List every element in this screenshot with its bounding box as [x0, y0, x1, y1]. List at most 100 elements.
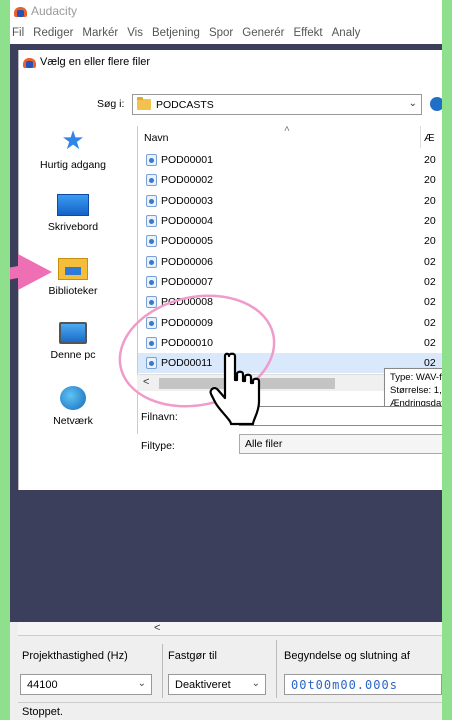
column-divider	[420, 126, 421, 148]
file-row[interactable]: POD00006 02	[138, 251, 442, 271]
file-date: 02	[424, 296, 436, 309]
folder-icon	[137, 97, 151, 110]
tooltip-line: Størrelse: 1,60	[390, 384, 442, 396]
selection-start-time[interactable]: 00t00m00.000s	[284, 674, 442, 695]
audio-file-icon	[146, 215, 157, 228]
place-this-pc[interactable]: Denne pc	[19, 322, 127, 361]
audio-file-icon	[146, 255, 157, 268]
file-name: POD00005	[161, 235, 213, 248]
file-date: 02	[424, 336, 436, 349]
scroll-left-icon[interactable]: <	[154, 622, 160, 634]
file-row[interactable]: POD00003 20	[138, 191, 442, 211]
audio-file-icon	[146, 275, 157, 288]
project-rate-label: Projekthastighed (Hz)	[22, 650, 128, 662]
chevron-down-icon: ⌄	[251, 678, 260, 689]
scroll-left-icon[interactable]: <	[143, 376, 149, 388]
menu-effect[interactable]: Effekt	[293, 27, 322, 39]
file-name: POD00008	[161, 296, 213, 309]
audacity-window: Audacity Fil Rediger Markér Vis Betjenin…	[10, 0, 442, 720]
audio-file-icon	[146, 357, 157, 370]
menu-view[interactable]: Vis	[127, 27, 143, 39]
back-arrow-icon[interactable]	[430, 97, 442, 111]
network-icon	[60, 386, 86, 410]
file-name: POD00003	[161, 194, 213, 207]
place-label: Biblioteker	[48, 285, 98, 297]
audio-file-icon	[146, 154, 157, 167]
status-bar: Stoppet.	[18, 702, 442, 720]
divider	[162, 644, 163, 698]
file-date: 20	[424, 174, 436, 187]
menu-bar: Fil Rediger Markér Vis Betjening Spor Ge…	[10, 22, 442, 44]
project-rate-value: 44100	[27, 678, 58, 691]
file-name: POD00007	[161, 275, 213, 288]
filename-input[interactable]	[239, 406, 442, 426]
place-label: Netværk	[53, 415, 93, 427]
file-name: POD00011	[161, 357, 213, 370]
filetype-label: Filtype:	[141, 440, 175, 452]
tooltip-line: Type: WAV-fil	[390, 372, 442, 383]
place-desktop[interactable]: Skrivebord	[19, 194, 127, 233]
chevron-down-icon: ⌄	[408, 98, 417, 109]
snap-to-label: Fastgør til	[168, 650, 217, 662]
desktop-icon	[57, 194, 89, 216]
column-date[interactable]: Æ	[424, 132, 435, 144]
column-name[interactable]: Navn	[144, 132, 169, 144]
file-name: POD00004	[161, 215, 213, 228]
file-name: POD00002	[161, 174, 213, 187]
menu-analyze[interactable]: Analy	[332, 27, 361, 39]
menu-generate[interactable]: Generér	[242, 27, 284, 39]
file-date: 02	[424, 275, 436, 288]
audio-file-icon	[146, 316, 157, 329]
project-rate-dropdown[interactable]: 44100 ⌄	[20, 674, 152, 695]
divider	[276, 640, 277, 698]
filetype-dropdown[interactable]: Alle filer	[239, 434, 442, 454]
file-row[interactable]: POD00005 20	[138, 231, 442, 251]
place-libraries[interactable]: Biblioteker	[19, 258, 127, 297]
look-in-row: Søg i: PODCASTS ⌄	[19, 94, 442, 116]
scroll-thumb[interactable]	[159, 378, 335, 389]
audio-file-icon	[146, 174, 157, 187]
menu-file[interactable]: Fil	[12, 27, 24, 39]
look-in-dropdown[interactable]: PODCASTS ⌄	[132, 94, 422, 115]
places-sidebar: ★ Hurtig adgang Skrivebord Biblioteker D…	[19, 126, 127, 456]
file-row[interactable]: POD00010 02	[138, 333, 442, 353]
computer-icon	[59, 322, 87, 344]
snap-to-value: Deaktiveret	[175, 678, 231, 691]
dialog-title-bar: Vælg en eller flere filer	[19, 50, 442, 74]
file-row[interactable]: POD00002 20	[138, 170, 442, 190]
file-date: 02	[424, 255, 436, 268]
place-network[interactable]: Netværk	[19, 386, 127, 427]
file-date: 20	[424, 215, 436, 228]
file-date: 20	[424, 194, 436, 207]
audio-file-icon	[146, 235, 157, 248]
file-date: 20	[424, 235, 436, 248]
file-row[interactable]: POD00001 20	[138, 150, 442, 170]
place-quick-access[interactable]: ★ Hurtig adgang	[19, 126, 127, 171]
file-row[interactable]: POD00008 02	[138, 292, 442, 312]
open-file-dialog: Vælg en eller flere filer Søg i: PODCAST…	[18, 50, 442, 490]
menu-transport[interactable]: Betjening	[152, 27, 200, 39]
place-label: Hurtig adgang	[40, 159, 106, 171]
place-label: Skrivebord	[47, 221, 99, 233]
audacity-icon	[23, 56, 36, 69]
menu-select[interactable]: Markér	[82, 27, 118, 39]
file-row[interactable]: POD00004 20	[138, 211, 442, 231]
audio-file-icon	[146, 296, 157, 309]
look-in-value: PODCASTS	[156, 98, 214, 111]
file-row[interactable]: POD00007 02	[138, 272, 442, 292]
menu-tracks[interactable]: Spor	[209, 27, 233, 39]
file-name: POD00010	[161, 336, 213, 349]
window-title: Audacity	[31, 4, 78, 18]
place-label: Denne pc	[50, 349, 96, 361]
audacity-icon	[14, 5, 27, 18]
menu-edit[interactable]: Rediger	[33, 27, 73, 39]
snap-to-dropdown[interactable]: Deaktiveret ⌄	[168, 674, 266, 695]
sort-up-icon: ˄	[284, 124, 290, 135]
file-rows: POD00001 20 POD00002 20 POD00003 20 POD00004 20…	[138, 150, 442, 394]
file-row[interactable]: POD00009 02	[138, 312, 442, 332]
column-header: ˄ Navn Æ	[138, 124, 442, 148]
title-bar: Audacity	[10, 0, 442, 22]
file-date: 20	[424, 154, 436, 167]
file-name: POD00009	[161, 316, 213, 329]
track-scrollbar[interactable]: <	[18, 622, 442, 636]
